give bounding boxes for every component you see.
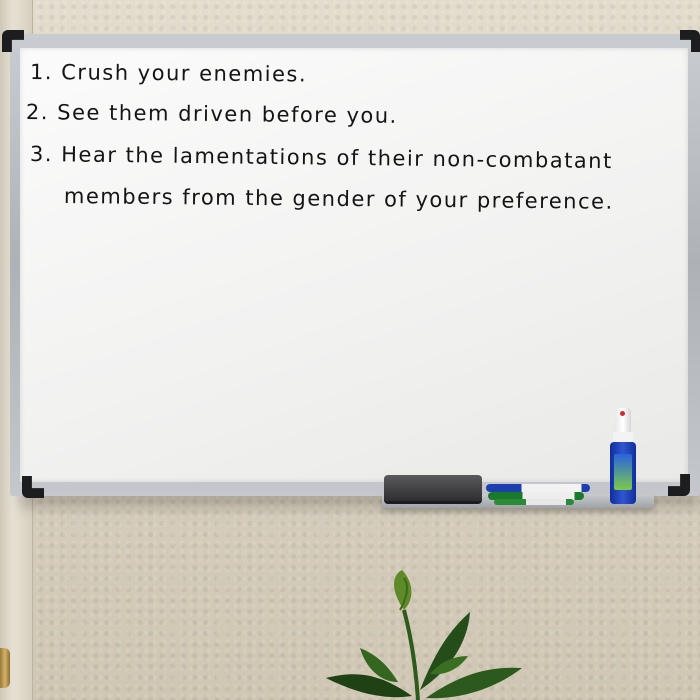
spray-bottle-neck (613, 432, 633, 442)
plant-icon (326, 570, 522, 700)
spray-bottle-label (614, 454, 632, 490)
door-knob (0, 648, 10, 688)
whiteboard-line-2: 2. See them driven before you. (25, 100, 398, 128)
eraser-icon[interactable] (384, 475, 482, 504)
spray-bottle-icon[interactable] (608, 408, 638, 504)
marker-icon[interactable] (494, 499, 574, 505)
spray-bottle-nozzle (620, 411, 625, 416)
marker-icon[interactable] (486, 484, 590, 492)
whiteboard-line-1: 1. Crush your enemies. (29, 60, 308, 87)
